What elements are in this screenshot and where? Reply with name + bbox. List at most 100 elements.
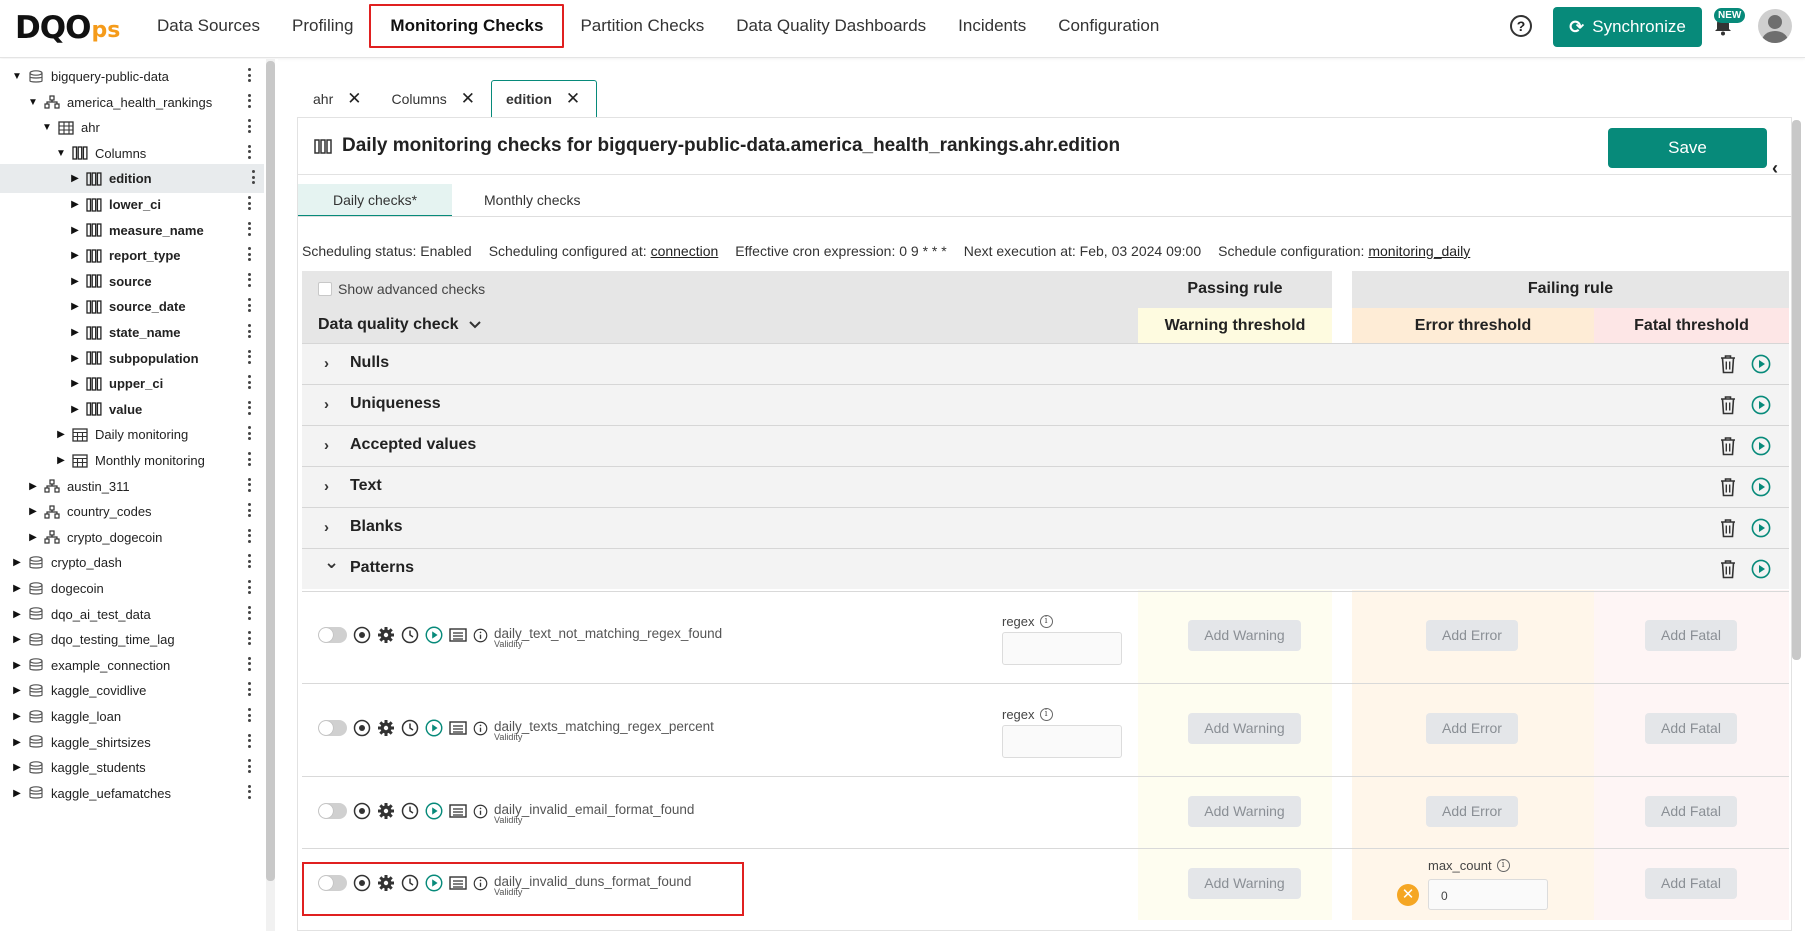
more-options-icon[interactable]	[248, 221, 252, 238]
caret-right-icon[interactable]: ▶	[70, 404, 80, 415]
regex-input[interactable]	[1002, 632, 1122, 665]
nav-data-sources[interactable]: Data Sources	[141, 4, 276, 48]
chevron-right-icon[interactable]: ›	[324, 355, 329, 372]
dqops-logo[interactable]: DQO ps	[15, 11, 120, 45]
caret-right-icon[interactable]: ▶	[70, 276, 80, 287]
more-options-icon[interactable]	[248, 93, 252, 110]
caret-right-icon[interactable]: ▶	[70, 199, 80, 210]
caret-right-icon[interactable]: ▶	[70, 353, 80, 364]
enable-toggle[interactable]	[318, 627, 347, 643]
more-options-icon[interactable]	[248, 375, 252, 391]
more-options-icon[interactable]	[248, 733, 252, 750]
caret-right-icon[interactable]: ▶	[28, 532, 38, 543]
more-options-icon[interactable]	[248, 247, 252, 263]
tab-daily-checks[interactable]: Daily checks*	[298, 184, 452, 217]
add-warning-button[interactable]: Add Warning	[1188, 868, 1301, 899]
more-options-icon[interactable]	[248, 298, 252, 314]
more-options-icon[interactable]	[248, 68, 252, 84]
tab-columns[interactable]: Columns ✕	[377, 80, 491, 118]
delete-icon[interactable]	[1719, 518, 1737, 538]
more-options-icon[interactable]	[248, 196, 252, 212]
results-list-icon[interactable]	[449, 802, 467, 820]
caret-right-icon[interactable]: ▶	[12, 583, 22, 594]
target-icon[interactable]	[353, 802, 371, 820]
caret-down-icon[interactable]: ▼	[12, 71, 22, 82]
caret-right-icon[interactable]: ▶	[12, 788, 22, 799]
delete-icon[interactable]	[1719, 559, 1737, 579]
add-warning-button[interactable]: Add Warning	[1188, 620, 1301, 651]
sidebar-item-kaggle-uefamatches[interactable]: ▶ kaggle_uefamatches	[0, 779, 264, 808]
add-fatal-button[interactable]: Add Fatal	[1645, 713, 1737, 744]
clock-icon[interactable]	[401, 802, 419, 820]
help-icon[interactable]: ?	[1510, 15, 1532, 37]
results-list-icon[interactable]	[449, 719, 467, 737]
more-options-icon[interactable]	[248, 554, 252, 570]
category-row-patterns[interactable]: ⌄ Patterns	[302, 548, 1789, 589]
caret-right-icon[interactable]: ▶	[12, 711, 22, 722]
more-options-icon[interactable]	[248, 477, 252, 494]
close-tab-icon[interactable]: ✕	[461, 89, 475, 109]
tab-edition[interactable]: edition ✕	[490, 80, 598, 118]
caret-right-icon[interactable]: ▶	[28, 506, 38, 517]
category-row-uniqueness[interactable]: › Uniqueness	[302, 384, 1789, 425]
more-options-icon[interactable]	[248, 528, 252, 545]
chevron-right-icon[interactable]: ›	[324, 519, 329, 536]
run-checks-icon[interactable]	[1751, 354, 1771, 374]
tab-monthly-checks[interactable]: Monthly checks	[452, 184, 612, 217]
caret-right-icon[interactable]: ▶	[12, 685, 22, 696]
category-row-accepted-values[interactable]: › Accepted values	[302, 425, 1789, 466]
add-error-button[interactable]: Add Error	[1426, 713, 1518, 744]
info-icon[interactable]	[473, 804, 488, 819]
caret-down-icon[interactable]: ▼	[42, 122, 52, 133]
caret-right-icon[interactable]: ▶	[70, 301, 80, 312]
run-check-icon[interactable]	[425, 719, 443, 737]
more-options-icon[interactable]	[248, 759, 252, 775]
caret-right-icon[interactable]: ▶	[56, 429, 66, 440]
chevron-right-icon[interactable]: ›	[324, 437, 329, 454]
run-checks-icon[interactable]	[1751, 559, 1771, 579]
run-checks-icon[interactable]	[1751, 436, 1771, 456]
save-button[interactable]: Save	[1608, 128, 1767, 168]
target-icon[interactable]	[353, 719, 371, 737]
monitoring-daily-link[interactable]: monitoring_daily	[1368, 243, 1470, 259]
more-options-icon[interactable]	[248, 452, 252, 468]
caret-right-icon[interactable]: ▶	[70, 250, 80, 261]
more-options-icon[interactable]	[248, 580, 252, 596]
nav-partition-checks[interactable]: Partition Checks	[564, 4, 720, 48]
max-count-input[interactable]: 0	[1428, 879, 1548, 910]
category-row-nulls[interactable]: › Nulls	[302, 343, 1789, 384]
enable-toggle[interactable]	[318, 803, 347, 819]
caret-down-icon[interactable]: ▼	[28, 97, 38, 108]
run-checks-icon[interactable]	[1751, 518, 1771, 538]
synchronize-button[interactable]: ⟳ Synchronize	[1553, 7, 1702, 47]
remove-error-rule-icon[interactable]: ✕	[1397, 884, 1419, 906]
run-check-icon[interactable]	[425, 802, 443, 820]
caret-down-icon[interactable]: ▼	[56, 148, 66, 159]
delete-icon[interactable]	[1719, 354, 1737, 374]
caret-right-icon[interactable]: ▶	[12, 762, 22, 773]
caret-right-icon[interactable]: ▶	[56, 455, 66, 466]
sidebar-scrollbar-thumb[interactable]	[266, 61, 275, 881]
more-options-icon[interactable]	[248, 400, 252, 417]
target-icon[interactable]	[353, 626, 371, 644]
caret-right-icon[interactable]: ▶	[12, 609, 22, 620]
nav-data-quality-dashboards[interactable]: Data Quality Dashboards	[720, 4, 942, 48]
info-icon[interactable]	[473, 628, 488, 643]
delete-icon[interactable]	[1719, 477, 1737, 497]
gear-icon[interactable]	[377, 719, 395, 737]
show-advanced-checkbox[interactable]	[318, 282, 332, 296]
chevron-right-icon[interactable]: ›	[324, 478, 329, 495]
add-error-button[interactable]: Add Error	[1426, 796, 1518, 827]
main-scrollbar-thumb[interactable]	[1792, 120, 1801, 660]
more-options-icon[interactable]	[248, 784, 252, 801]
gear-icon[interactable]	[377, 626, 395, 644]
clock-icon[interactable]	[401, 719, 419, 737]
add-fatal-button[interactable]: Add Fatal	[1645, 620, 1737, 651]
more-options-icon[interactable]	[248, 426, 252, 442]
clock-icon[interactable]	[401, 626, 419, 644]
add-warning-button[interactable]: Add Warning	[1188, 713, 1301, 744]
close-tab-icon[interactable]: ✕	[347, 89, 361, 109]
more-options-icon[interactable]	[248, 272, 252, 289]
caret-right-icon[interactable]: ▶	[70, 173, 80, 184]
run-checks-icon[interactable]	[1751, 395, 1771, 415]
